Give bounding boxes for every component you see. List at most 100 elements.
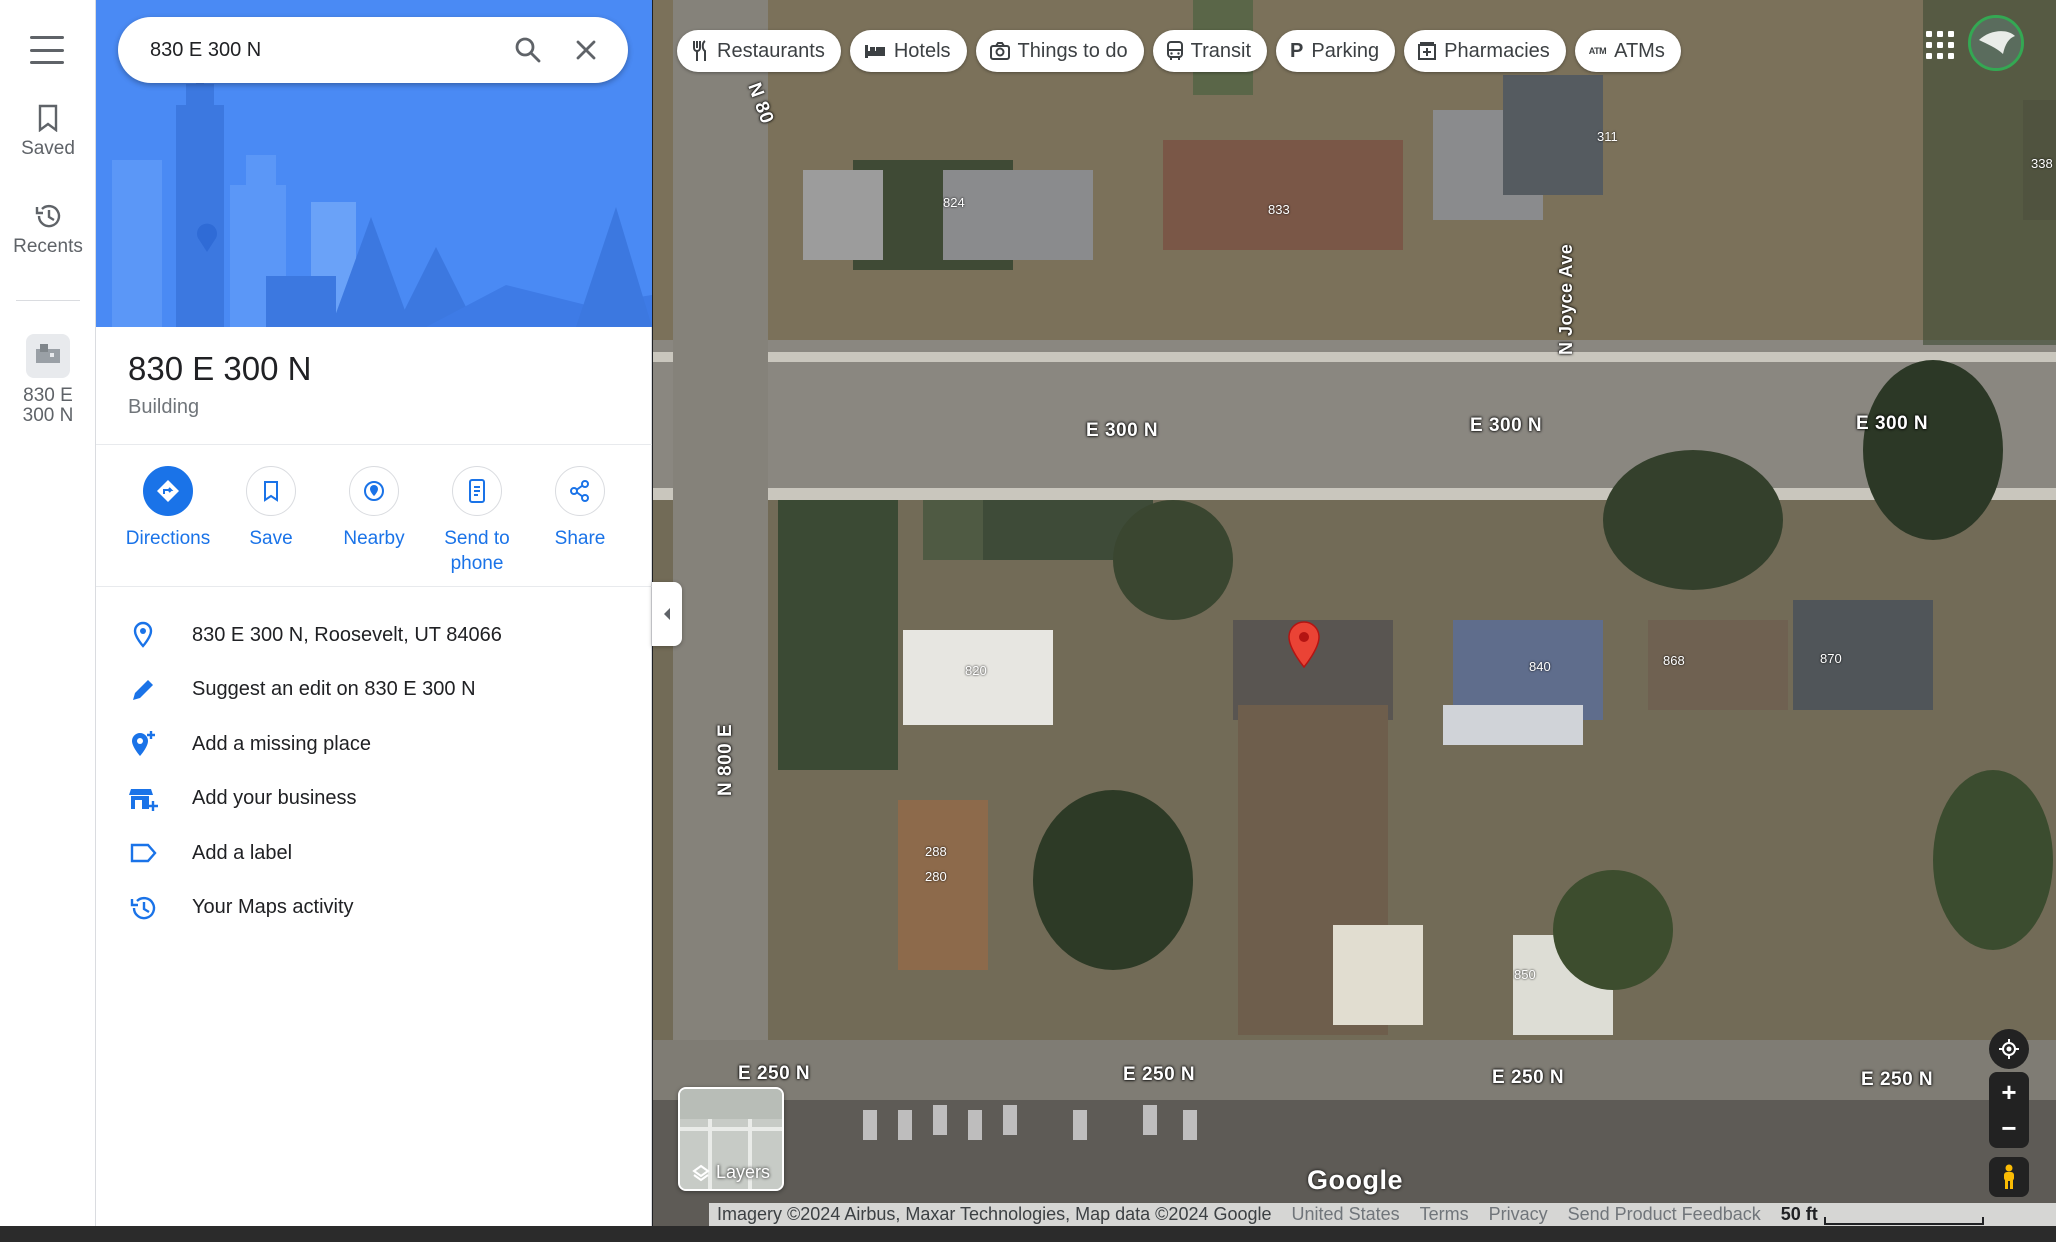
saved-label: Saved (21, 138, 75, 159)
divider (96, 586, 652, 587)
apps-grid-icon[interactable] (1922, 27, 1958, 63)
nearby-button[interactable]: Nearby (324, 466, 424, 576)
recent-place-label: 300 N (22, 405, 74, 426)
road-label: E 300 N (1856, 413, 1929, 434)
house-number: 833 (1268, 202, 1290, 217)
location-pin-icon (128, 620, 158, 650)
zoom-out-icon[interactable]: − (2001, 1115, 2016, 1141)
add-business-text: Add your business (192, 787, 357, 810)
road-label: E 250 N (738, 1063, 811, 1084)
search-box[interactable] (118, 17, 628, 83)
directions-label: Directions (125, 528, 211, 549)
house-number: 840 (1529, 659, 1551, 674)
menu-icon[interactable] (30, 36, 64, 64)
directions-button[interactable]: Directions (118, 466, 218, 576)
road-label: E 250 N (1123, 1064, 1196, 1085)
map-footer: Imagery ©2024 Airbus, Maxar Technologies… (709, 1203, 2056, 1226)
house-number: 280 (925, 869, 947, 884)
road-label: E 250 N (1492, 1067, 1565, 1088)
add-location-icon (128, 729, 158, 759)
rail-divider (16, 300, 80, 301)
suggest-edit-text: Suggest an edit on 830 E 300 N (192, 678, 476, 701)
chip-transit[interactable]: Transit (1152, 30, 1268, 72)
recent-place-label: 830 E (23, 385, 73, 406)
chip-label: ATMs (1614, 39, 1665, 62)
road-label: E 250 N (1861, 1069, 1934, 1090)
parking-icon: P (1290, 39, 1304, 62)
road-label: E 300 N (1470, 415, 1543, 436)
close-icon[interactable] (564, 28, 608, 72)
add-business-icon (128, 784, 158, 814)
directions-icon (143, 466, 193, 516)
road-label: N 800 E (715, 723, 736, 796)
house-number: 288 (925, 844, 947, 859)
place-panel: 830 E 300 N Building Directions Save Nea… (96, 0, 652, 1226)
place-title: 830 E 300 N (128, 350, 312, 387)
house-number: 850 (1514, 967, 1536, 982)
add-missing-place-row[interactable]: Add a missing place (96, 717, 652, 772)
satellite-imagery (653, 0, 2056, 1226)
street-view-pegman[interactable] (1989, 1157, 2029, 1197)
pharmacy-icon (1418, 42, 1437, 60)
history-icon (35, 204, 61, 228)
satellite-map[interactable]: Restaurants Hotels Things to do Transit … (653, 0, 2056, 1226)
scale-label: 50 ft (1780, 1204, 1818, 1224)
bus-icon (1166, 41, 1183, 60)
road-label: E 300 N (1086, 420, 1159, 441)
my-location-button[interactable] (1989, 1029, 2029, 1069)
terms-link[interactable]: Terms (1420, 1204, 1469, 1225)
chip-label: Restaurants (717, 39, 825, 62)
maps-activity-text: Your Maps activity (192, 896, 354, 919)
fork-knife-icon (693, 40, 706, 61)
left-rail: Saved Recents 830 E 300 N (0, 0, 96, 1226)
maps-activity-row[interactable]: Your Maps activity (96, 881, 652, 936)
layers-label: Layers (715, 1162, 771, 1182)
zoom-in-icon[interactable]: + (2001, 1079, 2016, 1105)
pencil-icon (128, 675, 158, 705)
scale-bar[interactable]: 50 ft (1781, 1204, 1984, 1225)
address-row[interactable]: 830 E 300 N, Roosevelt, UT 84066 (96, 608, 652, 663)
nearby-icon (349, 466, 399, 516)
add-business-row[interactable]: Add your business (96, 772, 652, 827)
chip-label: Pharmacies (1444, 39, 1550, 62)
building-icon (26, 334, 70, 378)
chip-label: Things to do (1017, 39, 1128, 62)
chip-hotels[interactable]: Hotels (849, 30, 967, 72)
google-logo: Google (1307, 1165, 1403, 1195)
chip-pharmacies[interactable]: Pharmacies (1404, 30, 1566, 72)
save-label: Save (249, 528, 293, 549)
search-input[interactable] (150, 38, 492, 62)
recent-place-item[interactable]: 830 E 300 N (0, 334, 96, 426)
label-icon (128, 838, 158, 868)
save-button[interactable]: Save (221, 466, 321, 576)
add-missing-place-text: Add a missing place (192, 732, 371, 755)
search-icon[interactable] (506, 28, 550, 72)
recents-label: Recents (13, 236, 83, 257)
avatar[interactable] (1968, 15, 2024, 71)
chip-things-to-do[interactable]: Things to do (975, 30, 1144, 72)
layers-button[interactable]: Layers (678, 1087, 784, 1191)
share-button[interactable]: Share (530, 466, 630, 576)
privacy-link[interactable]: Privacy (1489, 1204, 1548, 1225)
send-to-phone-button[interactable]: Send to phone (427, 466, 527, 576)
my-location-icon (1999, 1039, 2019, 1059)
bed-icon (864, 45, 885, 58)
category-chips: Restaurants Hotels Things to do Transit … (677, 30, 1681, 72)
suggest-edit-row[interactable]: Suggest an edit on 830 E 300 N (96, 663, 652, 718)
house-number: 311 (1597, 129, 1618, 144)
location-pin-icon[interactable] (1285, 620, 1323, 675)
chip-parking[interactable]: P Parking (1276, 30, 1396, 72)
recents-button[interactable]: Recents (0, 202, 96, 258)
taskbar (0, 1226, 2056, 1242)
info-list: 830 E 300 N, Roosevelt, UT 84066 Suggest… (96, 608, 652, 935)
collapse-panel-button[interactable] (652, 582, 682, 646)
saved-button[interactable]: Saved (0, 104, 96, 160)
pegman-icon (2004, 1164, 2014, 1189)
feedback-link[interactable]: Send Product Feedback (1568, 1204, 1761, 1225)
country-link[interactable]: United States (1292, 1204, 1400, 1225)
camera-icon (989, 42, 1010, 60)
chip-atms[interactable]: ATM ATMs (1574, 30, 1681, 72)
add-label-row[interactable]: Add a label (96, 826, 652, 881)
atm-icon: ATM (1588, 46, 1607, 56)
chip-restaurants[interactable]: Restaurants (677, 30, 841, 72)
